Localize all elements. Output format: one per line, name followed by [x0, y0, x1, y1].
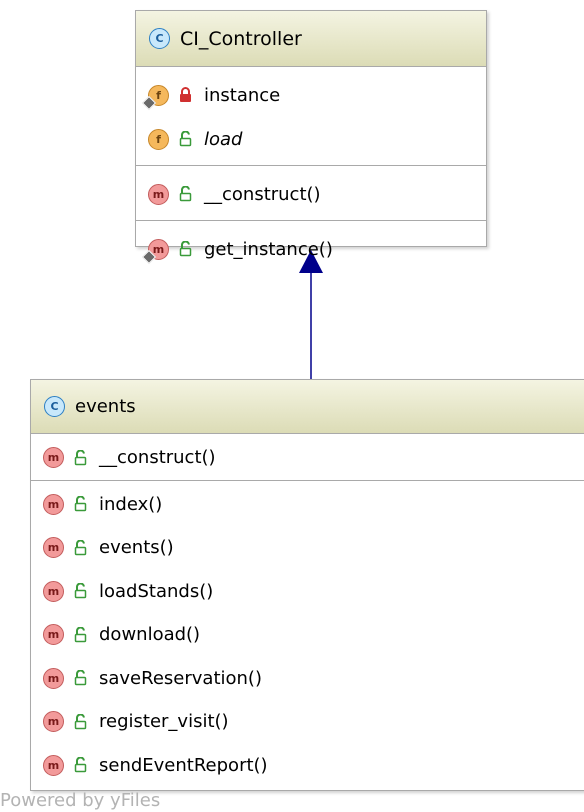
constructors-section: m __construct() — [136, 166, 486, 221]
public-lock-icon — [74, 626, 87, 642]
method-name: __construct() — [99, 447, 216, 469]
method-row[interactable]: m get_instance() — [136, 227, 486, 271]
method-row[interactable]: m events() — [31, 526, 584, 570]
public-lock-icon — [74, 713, 87, 729]
method-name: index() — [99, 493, 163, 515]
method-name: __construct() — [204, 183, 321, 205]
public-lock-icon — [74, 670, 87, 686]
public-lock-icon — [74, 757, 87, 773]
class-ci-controller[interactable]: C CI_Controller f instance f load m __co… — [135, 10, 487, 260]
methods-section: m index() m events() m loadStands() m do… — [31, 481, 584, 792]
fields-section: f instance f load — [136, 67, 486, 166]
method-icon: m — [43, 754, 64, 776]
methods-section: m get_instance() — [136, 221, 486, 275]
public-lock-icon — [179, 241, 192, 257]
field-name: load — [204, 128, 243, 150]
class-events[interactable]: C events m __construct() m index() m eve… — [30, 379, 584, 791]
method-row[interactable]: m index() — [31, 483, 584, 527]
field-name: instance — [204, 84, 281, 106]
method-icon: m — [43, 447, 64, 469]
public-lock-icon — [74, 583, 87, 599]
class-icon: C — [44, 396, 65, 417]
method-row[interactable]: m __construct() — [31, 436, 584, 480]
method-row[interactable]: m saveReservation() — [31, 657, 584, 701]
method-name: download() — [99, 624, 201, 646]
class-name: events — [75, 396, 136, 417]
method-name: sendEventReport() — [99, 754, 268, 776]
class-name: CI_Controller — [180, 27, 302, 50]
public-lock-icon — [179, 131, 192, 147]
method-row[interactable]: m __construct() — [136, 172, 486, 216]
class-header[interactable]: C CI_Controller — [136, 11, 486, 67]
method-name: saveReservation() — [99, 667, 262, 689]
method-row[interactable]: m loadStands() — [31, 570, 584, 614]
field-row[interactable]: f instance — [136, 73, 486, 117]
method-icon: m — [43, 624, 64, 646]
method-row[interactable]: m register_visit() — [31, 700, 584, 744]
method-row[interactable]: m download() — [31, 613, 584, 657]
constructors-section: m __construct() — [31, 434, 584, 481]
method-icon: m — [43, 667, 64, 689]
private-lock-icon — [180, 87, 191, 102]
method-name: events() — [99, 537, 174, 559]
method-icon: m — [43, 493, 64, 515]
method-name: register_visit() — [99, 711, 229, 733]
public-lock-icon — [74, 539, 87, 555]
public-lock-icon — [74, 496, 87, 512]
method-row[interactable]: m sendEventReport() — [31, 744, 584, 788]
field-row[interactable]: f load — [136, 117, 486, 161]
field-icon: f — [148, 84, 169, 106]
method-icon: m — [43, 580, 64, 602]
public-lock-icon — [179, 186, 192, 202]
powered-by-footer: Powered by yFiles — [0, 790, 161, 811]
method-icon: m — [148, 238, 169, 260]
method-icon: m — [43, 711, 64, 733]
method-name: get_instance() — [204, 238, 333, 260]
method-icon: m — [148, 183, 169, 205]
field-icon: f — [148, 128, 169, 150]
class-icon: C — [149, 28, 170, 49]
public-lock-icon — [74, 449, 87, 465]
method-name: loadStands() — [99, 580, 214, 602]
method-icon: m — [43, 537, 64, 559]
class-header[interactable]: C events — [31, 380, 584, 434]
